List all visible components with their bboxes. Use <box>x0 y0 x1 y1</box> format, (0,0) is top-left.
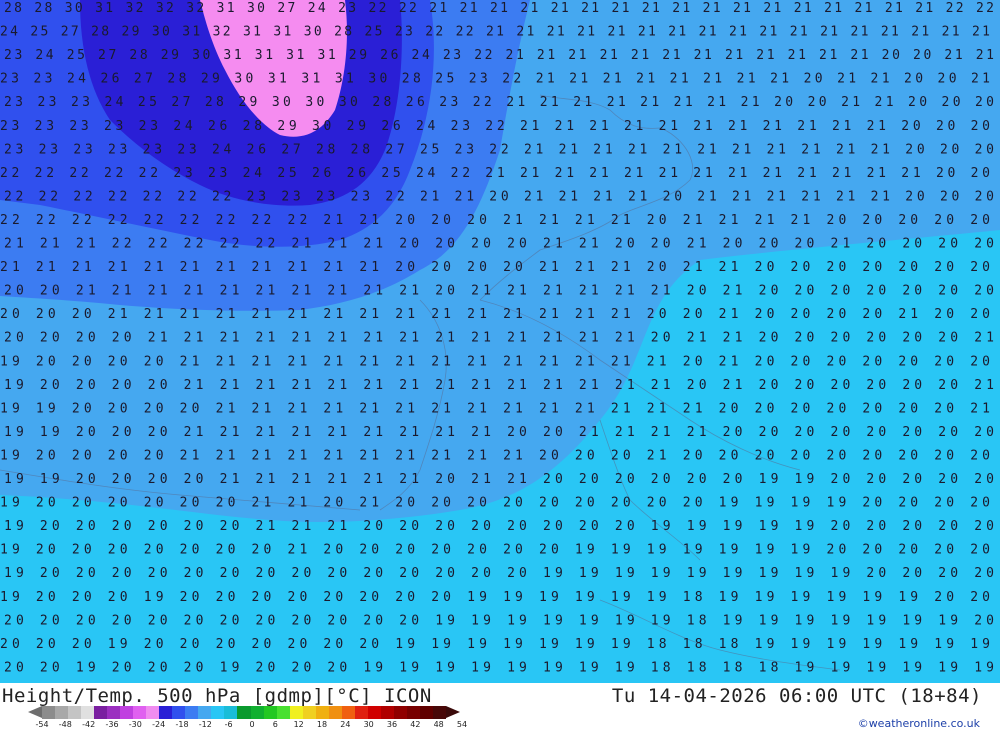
legend-tick: 6 <box>272 720 278 729</box>
contour-label-row: 19 20 20 20 20 20 20 21 21 21 20 20 20 2… <box>4 519 994 534</box>
legend-tick: -30 <box>128 720 142 729</box>
weather-map: 28 28 30 31 32 32 32 31 30 27 24 23 22 2… <box>0 0 1000 683</box>
legend-tick: 30 <box>363 720 374 729</box>
legend-tick: -48 <box>58 720 72 729</box>
legend-tick: -54 <box>35 720 49 729</box>
legend-tick: 42 <box>410 720 421 729</box>
legend-swatch <box>432 706 446 719</box>
legend-swatch <box>367 706 381 719</box>
legend-swatch <box>419 706 433 719</box>
contour-label-row: 19 20 20 20 20 20 20 20 21 20 20 20 20 2… <box>0 543 990 558</box>
legend-tick: 12 <box>293 720 304 729</box>
legend-swatch <box>133 706 147 719</box>
valid-time: Tu 14-04-2026 06:00 UTC (18+84) <box>611 685 982 707</box>
contour-label-row: 23 24 25 27 28 29 30 31 31 31 31 29 26 2… <box>4 48 994 63</box>
legend-swatch <box>354 706 368 719</box>
contour-label-row: 23 23 24 26 27 28 29 30 31 31 31 30 28 2… <box>0 72 990 87</box>
contour-label-row: 23 23 23 24 25 27 28 29 30 30 30 28 26 2… <box>4 95 994 110</box>
contour-label-row: 20 20 19 20 20 20 19 20 20 20 19 19 19 1… <box>4 660 994 675</box>
contour-label-row: 19 20 20 20 20 21 21 21 21 21 21 21 21 2… <box>4 378 994 393</box>
legend-tick: -24 <box>152 720 166 729</box>
legend-tick: 48 <box>433 720 444 729</box>
contour-label-row: 19 20 20 20 20 20 20 20 20 20 20 20 20 2… <box>4 566 994 581</box>
contour-label-row: 19 19 20 20 20 21 21 21 21 21 21 21 21 2… <box>4 425 994 440</box>
legend-swatch <box>224 706 238 719</box>
legend-swatch <box>393 706 407 719</box>
legend-swatch <box>81 706 95 719</box>
legend-swatch <box>198 706 212 719</box>
legend-tick: 0 <box>249 720 255 729</box>
legend-swatch <box>120 706 134 719</box>
contour-label-row: 20 20 21 21 21 21 21 21 21 21 21 21 20 2… <box>4 284 994 299</box>
legend-tick: -18 <box>175 720 189 729</box>
legend-swatch <box>328 706 342 719</box>
legend-tick: -6 <box>224 720 233 729</box>
legend-tick: 18 <box>316 720 328 729</box>
contour-label-row: 19 19 20 20 20 20 21 21 21 21 21 21 21 2… <box>0 401 990 416</box>
legend-swatch <box>68 706 82 719</box>
legend-tick: -42 <box>82 720 96 729</box>
legend-swatch <box>94 706 108 719</box>
contour-label-row: 20 20 20 21 21 21 21 21 21 21 21 21 21 2… <box>0 307 990 322</box>
map-canvas: 28 28 30 31 32 32 32 31 30 27 24 23 22 2… <box>0 0 1000 683</box>
legend-swatch <box>302 706 316 719</box>
legend-swatch <box>289 706 303 719</box>
legend-tick: 54 <box>456 720 468 729</box>
contour-label-row: 19 20 20 20 20 21 21 21 21 21 21 21 21 2… <box>0 354 990 369</box>
legend-color-bar <box>42 706 446 719</box>
contour-label-row: 20 20 20 19 20 20 20 20 20 20 20 19 19 1… <box>0 637 990 652</box>
legend-tick: 36 <box>386 720 398 729</box>
legend-swatch <box>341 706 355 719</box>
legend-swatch <box>380 706 394 719</box>
legend-swatch <box>211 706 225 719</box>
color-legend: -54 -48 -42 -36 -30 -24 -18 -12 -6 0 6 12 18 24 30 36 42… <box>28 706 468 730</box>
legend-tick: -12 <box>198 720 212 729</box>
legend-tick-labels: -54 -48 -42 -36 -30 -24 -18 -12 -6 0 6 12 18 24 30 36 42… <box>35 720 468 730</box>
contour-label-row: 22 22 22 22 22 22 22 22 22 21 21 20 20 2… <box>0 213 990 228</box>
legend-swatch <box>263 706 277 719</box>
legend-swatch <box>237 706 251 719</box>
legend-swatch <box>276 706 290 719</box>
contour-labels: 28 28 30 31 32 32 32 31 30 27 24 23 22 2… <box>0 1 994 675</box>
contour-label-row: 19 20 20 20 20 21 21 21 21 21 21 21 21 2… <box>0 448 990 463</box>
legend-swatch <box>172 706 186 719</box>
contour-label-row: 19 20 20 20 19 20 20 20 20 20 20 20 20 1… <box>0 590 990 605</box>
legend-tick: -36 <box>105 720 119 729</box>
legend-swatch <box>159 706 173 719</box>
legend-swatch <box>107 706 121 719</box>
legend-swatch <box>185 706 199 719</box>
contour-label-row: 20 20 20 20 20 20 20 20 20 20 20 20 19 1… <box>4 613 994 628</box>
contour-label-row: 21 21 21 21 21 21 21 21 21 21 21 20 20 2… <box>0 260 990 275</box>
contour-label-row: 19 19 20 20 20 20 21 21 21 21 21 21 20 2… <box>4 472 994 487</box>
contour-label-row: 20 20 20 20 21 21 21 21 21 21 21 21 21 2… <box>4 331 994 346</box>
legend-swatch <box>315 706 329 719</box>
legend-swatch <box>250 706 264 719</box>
legend-swatch <box>146 706 160 719</box>
contour-label-row: 21 21 21 22 22 22 22 22 21 21 21 20 20 2… <box>4 237 994 252</box>
legend-swatch <box>55 706 69 719</box>
legend-swatch <box>406 706 420 719</box>
map-footer: Height/Temp. 500 hPa [gdmp][°C] ICON Tu … <box>0 683 1000 733</box>
legend-tick: 24 <box>340 720 351 729</box>
legend-swatch <box>42 706 56 719</box>
legend-arrow-right-icon <box>446 706 460 718</box>
credit-link[interactable]: ©weatheronline.co.uk <box>858 717 980 730</box>
contour-label-row: 19 20 20 20 20 20 20 21 21 20 21 20 20 2… <box>0 496 990 511</box>
map-title: Height/Temp. 500 hPa [gdmp][°C] ICON <box>2 685 432 707</box>
legend-arrow-left-icon <box>28 706 42 718</box>
